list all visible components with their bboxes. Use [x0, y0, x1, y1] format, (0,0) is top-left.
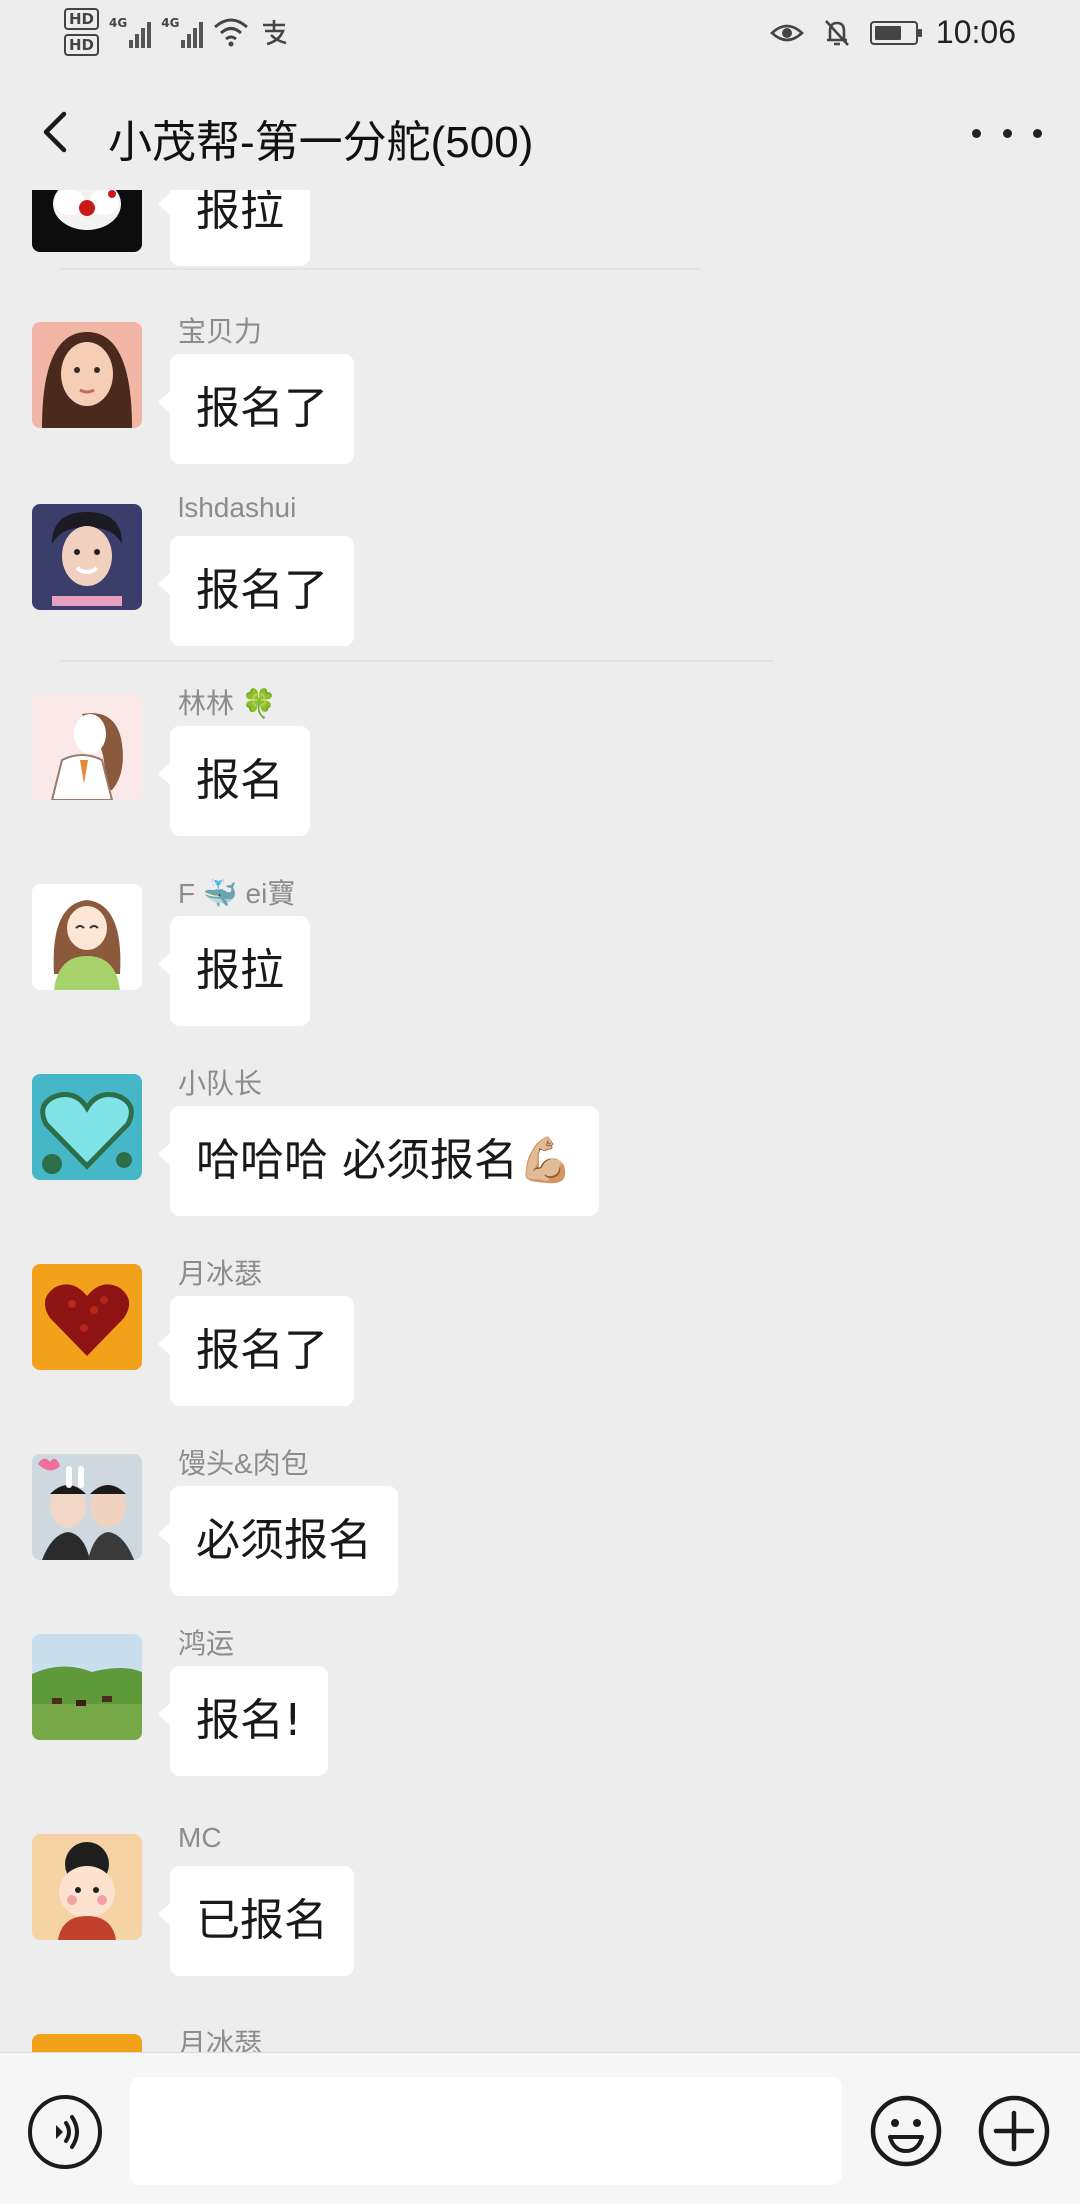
sender-name: MC — [178, 1822, 222, 1853]
sender-avatar[interactable] — [32, 694, 142, 800]
message-bubble[interactable]: 报名了 — [158, 1296, 354, 1406]
eye-icon — [770, 24, 804, 41]
sender-avatar[interactable] — [32, 1264, 142, 1370]
status-left: HD HD 4G 4G — [64, 8, 289, 56]
chevron-left-icon — [43, 111, 67, 153]
sim-indicators: HD HD — [64, 8, 100, 56]
chat-header: 小茂帮-第一分舵(500) — [0, 80, 1080, 190]
sender-avatar[interactable] — [32, 322, 142, 428]
voice-icon — [56, 2115, 79, 2149]
message-bubble[interactable]: 已报名 — [158, 1866, 354, 1976]
voice-button[interactable] — [28, 2095, 102, 2169]
dot-icon — [972, 128, 981, 138]
divider — [60, 660, 774, 662]
message-bubble[interactable]: 报拉 — [158, 916, 310, 1026]
dot-icon — [1002, 128, 1012, 138]
sender-name: 宝贝力 — [178, 316, 263, 347]
sender-name: 月冰瑟 — [178, 2028, 263, 2052]
wifi-icon — [214, 18, 249, 47]
signal-1-icon: 4G — [109, 16, 152, 48]
status-right: 10:06 — [770, 14, 1016, 51]
sender-avatar[interactable] — [32, 1834, 142, 1940]
emoji-button[interactable] — [868, 2093, 944, 2169]
message-bubble[interactable]: 报名! — [158, 1666, 328, 1776]
sender-name: 鸿运 — [178, 1628, 235, 1659]
chat-title: 小茂帮-第一分舵(500) — [108, 118, 534, 167]
sim2-hd-badge: HD — [64, 34, 100, 56]
sender-avatar[interactable] — [32, 884, 142, 990]
sender-name: 月冰瑟 — [178, 1258, 263, 1289]
status-bar: HD HD 4G 4G 10:06 — [0, 0, 1080, 70]
message-bubble[interactable]: 报拉 — [158, 190, 310, 266]
message-list[interactable]: 报拉 宝贝力 报名了 lshdashui 报名了 林林 🍀 报名 F 🐳 ei寶… — [0, 190, 1080, 2052]
sender-name: 林林 🍀 — [178, 688, 277, 719]
sender-name: 小队长 — [178, 1068, 263, 1099]
emoji-icon — [870, 2095, 942, 2167]
message-bubble[interactable]: 报名了 — [158, 354, 354, 464]
sim1-hd-badge: HD — [64, 8, 100, 30]
mute-bell-icon — [824, 19, 849, 46]
message-bubble[interactable]: 报名了 — [158, 536, 354, 646]
message-bubble[interactable]: 报名 — [158, 726, 310, 836]
chat-screen: HD HD 4G 4G 10:06 小茂帮-第一分舵(500) 报拉 宝贝力 报… — [0, 0, 1080, 2204]
sender-avatar[interactable] — [32, 504, 142, 610]
status-time: 10:06 — [935, 14, 1016, 50]
back-button[interactable] — [28, 102, 88, 162]
sender-name: 馒头&肉包 — [178, 1448, 309, 1479]
dot-icon — [1033, 128, 1042, 138]
input-bar — [0, 2052, 1080, 2204]
alipay-icon — [263, 20, 287, 46]
message-bubble[interactable]: 必须报名 — [158, 1486, 398, 1596]
message-input[interactable] — [130, 2077, 842, 2185]
signal-2-icon: 4G — [161, 16, 204, 48]
battery-icon — [869, 20, 922, 45]
more-functions-button[interactable] — [976, 2093, 1052, 2169]
sender-avatar[interactable] — [32, 1074, 142, 1180]
sender-name: F 🐳 ei寶 — [178, 878, 296, 909]
more-options-button[interactable] — [972, 108, 1042, 158]
message-bubble[interactable]: 哈哈哈 必须报名💪🏼 — [158, 1106, 599, 1216]
sender-name: lshdashui — [178, 492, 297, 523]
sender-avatar[interactable] — [32, 190, 142, 252]
sender-avatar[interactable] — [32, 1454, 142, 1560]
sender-avatar[interactable] — [32, 2034, 142, 2052]
sender-avatar[interactable] — [32, 1634, 142, 1740]
plus-icon — [978, 2095, 1050, 2167]
divider — [60, 268, 700, 270]
